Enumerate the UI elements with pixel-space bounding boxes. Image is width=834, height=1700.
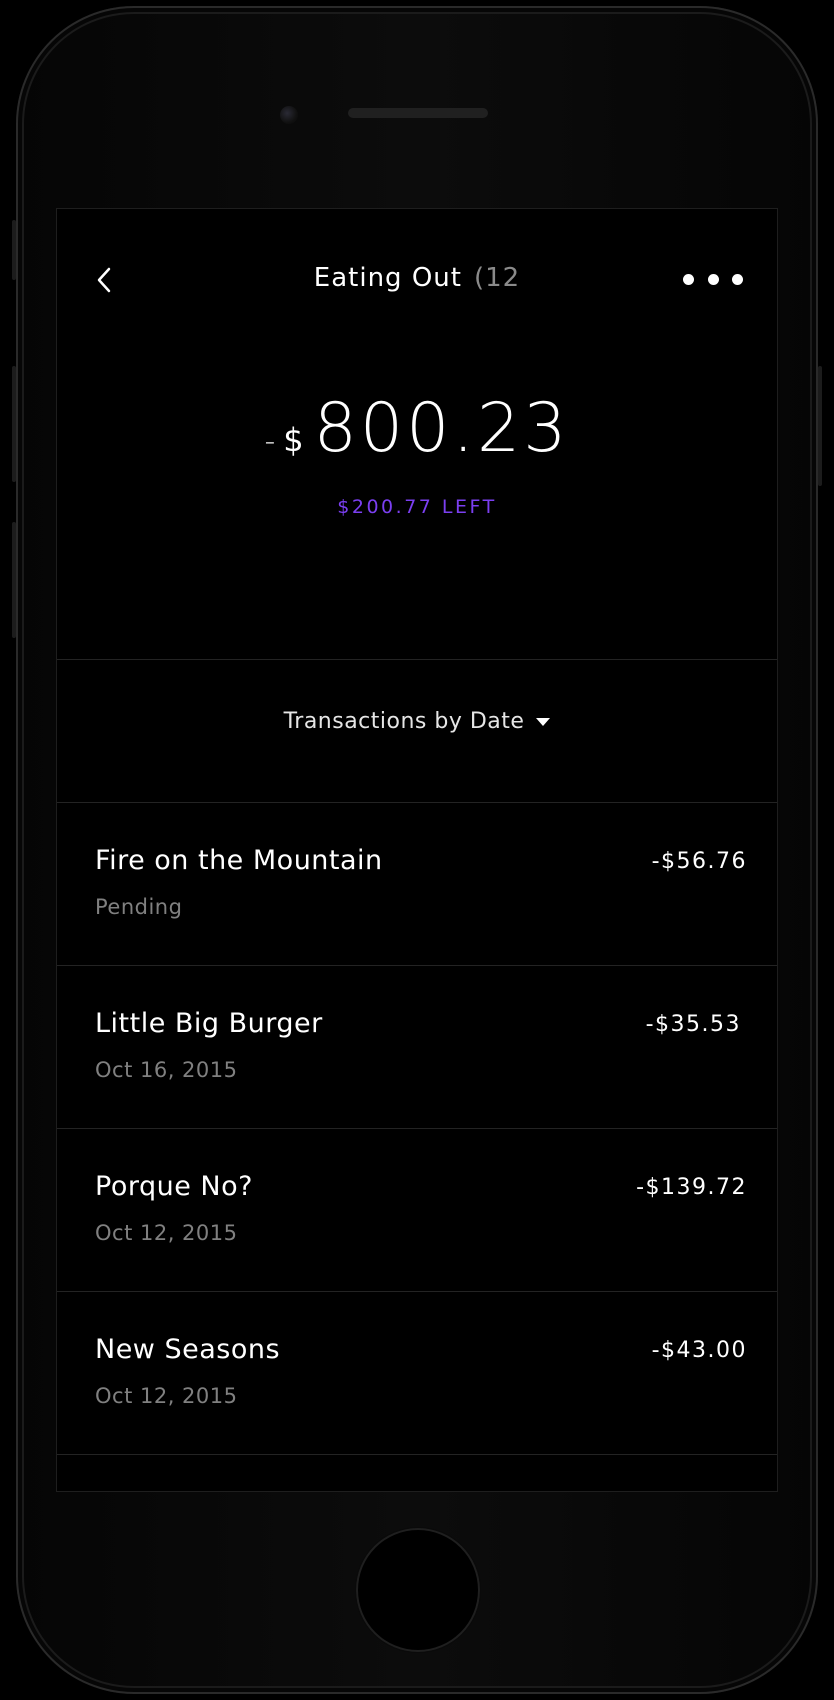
category-name: Eating Out (313, 263, 462, 293)
volume-down-button (12, 522, 16, 638)
transaction-amount: -$43.00 (651, 1338, 747, 1363)
transaction-amount: -$35.53 (645, 1012, 741, 1037)
transaction-amount: -$56.76 (651, 849, 747, 874)
app-screen: Eating Out (12 - $ 800.23 $200.77 LEFT Tr… (56, 208, 778, 1492)
transaction-row[interactable]: New Seasons Oct 12, 2015 -$43.00 (57, 1292, 777, 1455)
caret-down-icon (536, 718, 551, 726)
sort-label: Transactions by Date (283, 709, 525, 734)
spending-summary: - $ 800.23 $200.77 LEFT (57, 389, 777, 518)
more-dots-icon[interactable] (683, 269, 743, 289)
transaction-name: Porque No? (95, 1171, 253, 1202)
divider (57, 659, 777, 660)
amount-value: 800.23 (313, 389, 570, 468)
transaction-count: (12 (473, 263, 521, 293)
transaction-status: Pending (95, 895, 183, 919)
transaction-row[interactable]: Porque No? Oct 12, 2015 -$139.72 (57, 1129, 777, 1292)
earpiece-speaker (348, 108, 488, 118)
home-button[interactable] (356, 1528, 480, 1652)
transaction-amount: -$139.72 (636, 1175, 747, 1200)
spent-amount: - $ 800.23 (264, 389, 569, 468)
transaction-list: Fire on the Mountain Pending -$56.76 Lit… (57, 803, 777, 1455)
dot (707, 273, 719, 285)
transaction-name: Fire on the Mountain (95, 845, 383, 876)
power-button (818, 366, 822, 486)
transaction-row[interactable]: Fire on the Mountain Pending -$56.76 (57, 803, 777, 966)
dot (683, 273, 694, 285)
front-camera (280, 106, 298, 124)
nav-bar: Eating Out (12 (57, 249, 777, 309)
transaction-date: Oct 16, 2015 (95, 1058, 238, 1082)
silent-switch (12, 220, 16, 280)
budget-remaining: $200.77 LEFT (337, 496, 497, 518)
volume-up-button (12, 366, 16, 482)
transaction-row[interactable]: Little Big Burger Oct 16, 2015 -$35.53 (57, 966, 777, 1129)
dot (732, 273, 743, 285)
amount-sign: - (264, 424, 276, 459)
transaction-name: New Seasons (95, 1334, 281, 1365)
page-title: Eating Out (12 (57, 263, 777, 293)
transaction-date: Oct 12, 2015 (95, 1384, 238, 1408)
amount-currency: $ (283, 421, 304, 459)
sort-dropdown[interactable]: Transactions by Date (57, 709, 777, 734)
transaction-date: Oct 12, 2015 (95, 1221, 238, 1245)
transaction-name: Little Big Burger (95, 1008, 323, 1039)
